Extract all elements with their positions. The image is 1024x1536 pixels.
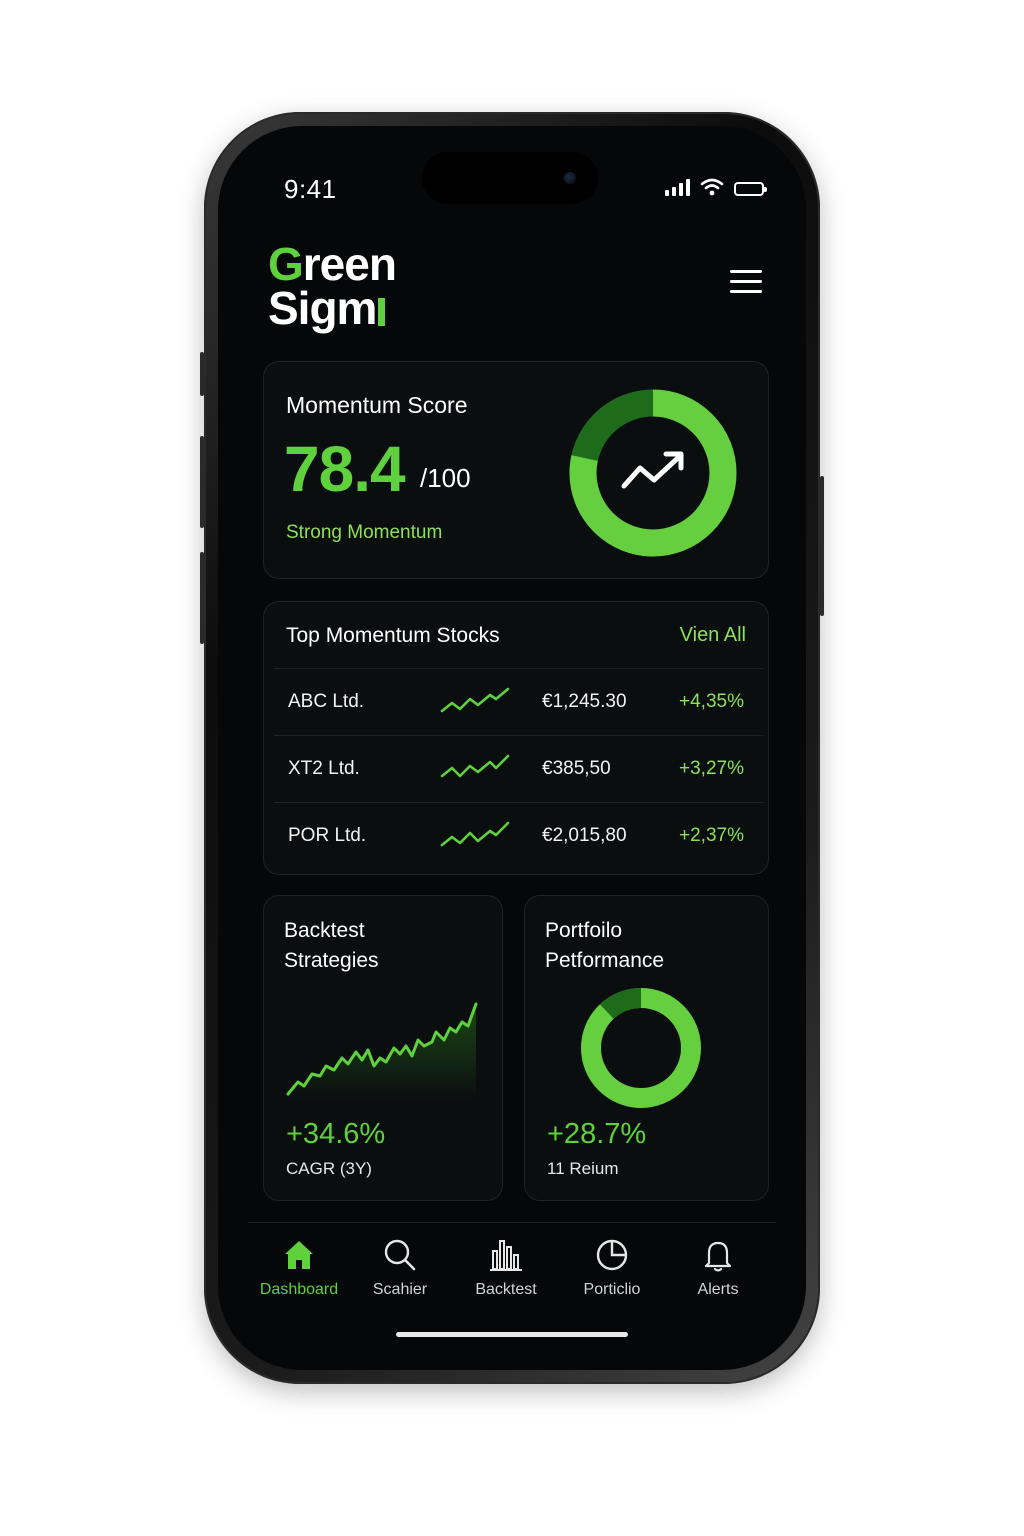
stock-row[interactable]: XT2 Ltd. €385,50 +3,27% <box>274 735 764 802</box>
tab-label: Alerts <box>697 1281 739 1298</box>
action-button <box>200 352 204 396</box>
backtest-line-chart <box>286 1002 478 1100</box>
backtest-title-line1: Backtest <box>284 919 365 942</box>
tab-label: Dashboard <box>259 1281 339 1298</box>
app-screen: 9:41 Green Sigm Momentum Score 78.4 /100… <box>218 126 806 1370</box>
bottom-tab-bar: Dashboard Scahier Backtest Porticlio Ale… <box>248 1222 776 1303</box>
pie-chart-icon <box>596 1239 628 1271</box>
momentum-score-card[interactable]: Momentum Score 78.4 /100 Strong Momentum <box>263 361 769 579</box>
stock-change: +4,35% <box>679 691 744 712</box>
volume-down-button <box>200 552 204 644</box>
tab-dashboard[interactable]: Dashboard <box>249 1237 349 1299</box>
sparkline-icon <box>440 821 510 847</box>
portfolio-card[interactable]: Portfoilo Petformance +28.7% 11 Reium <box>524 895 769 1201</box>
portfolio-title-line1: Portfoilo <box>545 919 623 942</box>
stock-row[interactable]: POR Ltd. €2,015,80 +2,37% <box>274 802 764 869</box>
portfolio-donut-main <box>581 988 701 1108</box>
battery-icon <box>734 182 767 196</box>
home-indicator[interactable] <box>396 1332 628 1337</box>
portfolio-value: +28.7% <box>547 1118 647 1150</box>
tab-search[interactable]: Scahier <box>350 1237 450 1299</box>
momentum-score-max: /100 <box>420 463 471 493</box>
backtest-title: Backtest Strategies <box>284 916 379 976</box>
portfolio-title-line2: Petformance <box>545 949 665 972</box>
stock-name: XT2 Ltd. <box>288 758 360 779</box>
app-logo: Green Sigm <box>268 241 397 331</box>
sparkline-icon <box>440 754 510 778</box>
volume-up-button <box>200 436 204 528</box>
logo-text-line2: Sigm <box>268 282 377 334</box>
bell-icon <box>704 1241 732 1272</box>
wifi-icon <box>700 178 724 196</box>
camera-icon <box>564 172 576 184</box>
dynamic-island <box>422 152 598 204</box>
bar-chart-icon <box>490 1240 522 1271</box>
logo-accent-bar <box>378 298 386 326</box>
sparkline-icon <box>440 687 510 713</box>
hamburger-icon <box>730 270 762 293</box>
backtest-sub: CAGR (3Y) <box>286 1159 372 1178</box>
backtest-card[interactable]: Backtest Strategies +34.6% CAGR (3Y) <box>263 895 503 1201</box>
portfolio-title: Portfoilo Petformance <box>545 916 664 976</box>
portfolio-donut <box>581 988 701 1108</box>
tab-label: Porticlio <box>583 1281 641 1298</box>
tab-backtest[interactable]: Backtest <box>456 1237 556 1299</box>
menu-button[interactable] <box>730 270 762 294</box>
stock-change: +2,37% <box>679 825 744 846</box>
phone-frame: 9:41 Green Sigm Momentum Score 78.4 /100… <box>200 112 824 1384</box>
search-icon <box>384 1239 416 1271</box>
stock-price: €1,245.30 <box>542 691 627 712</box>
power-button <box>820 476 824 616</box>
stock-row[interactable]: ABC Ltd. €1,245.30 +4,35% <box>274 668 764 735</box>
top-stocks-card: Top Momentum Stocks Vien All ABC Ltd. €1… <box>263 601 769 875</box>
status-time: 9:41 <box>284 174 337 204</box>
stock-name: POR Ltd. <box>288 825 367 846</box>
status-icons <box>665 178 767 196</box>
stock-price: €385,50 <box>542 758 611 779</box>
momentum-score-value: 78.4 <box>284 433 406 505</box>
momentum-title: Momentum Score <box>286 392 468 418</box>
backtest-value: +34.6% <box>286 1118 386 1150</box>
stock-price: €2,015,80 <box>542 825 627 846</box>
tab-label: Scahier <box>372 1281 428 1298</box>
stock-name: ABC Ltd. <box>288 691 365 712</box>
stock-change: +3,27% <box>679 758 744 779</box>
signal-icon <box>665 178 690 196</box>
tab-portfolio[interactable]: Porticlio <box>562 1237 662 1299</box>
home-icon <box>285 1241 313 1269</box>
backtest-title-line2: Strategies <box>284 949 379 972</box>
trend-up-icon <box>621 453 683 489</box>
tab-alerts[interactable]: Alerts <box>668 1237 768 1299</box>
view-all-link[interactable]: Vien All <box>680 624 746 647</box>
momentum-status: Strong Momentum <box>286 522 443 543</box>
momentum-donut <box>569 389 737 557</box>
tab-label: Backtest <box>475 1281 537 1298</box>
top-stocks-title: Top Momentum Stocks <box>286 624 500 647</box>
portfolio-sub: 11 Reium <box>547 1159 619 1178</box>
